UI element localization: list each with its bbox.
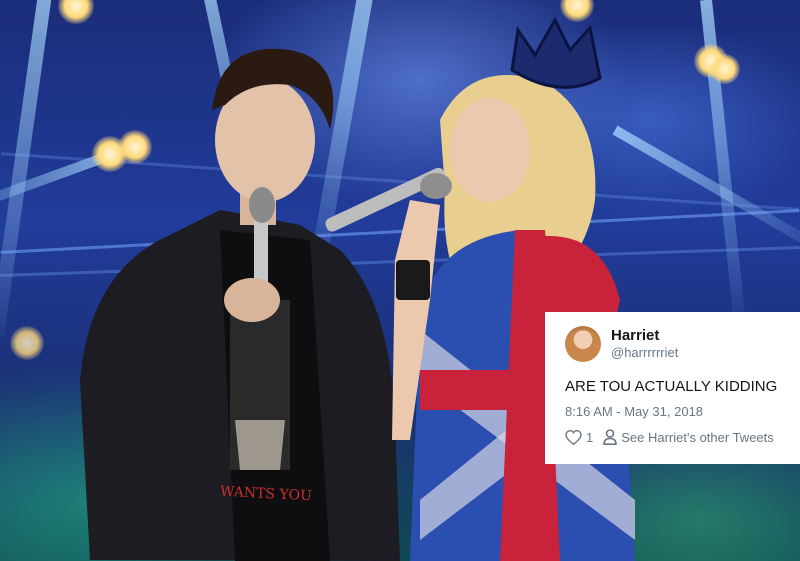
tweet-author: Harriet @harrrrrriet [611,327,678,361]
person-icon [603,429,618,445]
like-count: 1 [586,429,594,445]
female-presenter [325,16,635,561]
like-button[interactable]: 1 [565,429,594,445]
stage-photo: WANTS YOU [0,0,800,561]
other-tweets-link[interactable]: See Harriet's other Tweets [603,429,774,445]
tweet-header: Harriet @harrrrrriet [565,326,790,362]
tweet-text: ARE TOU ACTUALLY KIDDING [565,378,778,395]
tweet-card[interactable]: Harriet @harrrrrriet ARE TOU ACTUALLY KI… [545,312,800,464]
tweet-timestamp[interactable]: 8:16 AM - May 31, 2018 [565,404,790,419]
heart-icon [565,429,582,445]
author-handle[interactable]: @harrrrrriet [611,344,678,361]
other-tweets-label: See Harriet's other Tweets [621,429,774,445]
avatar[interactable] [565,326,601,362]
author-display-name[interactable]: Harriet [611,327,678,344]
tweet-actions: 1 See Harriet's other Tweets [565,429,790,445]
